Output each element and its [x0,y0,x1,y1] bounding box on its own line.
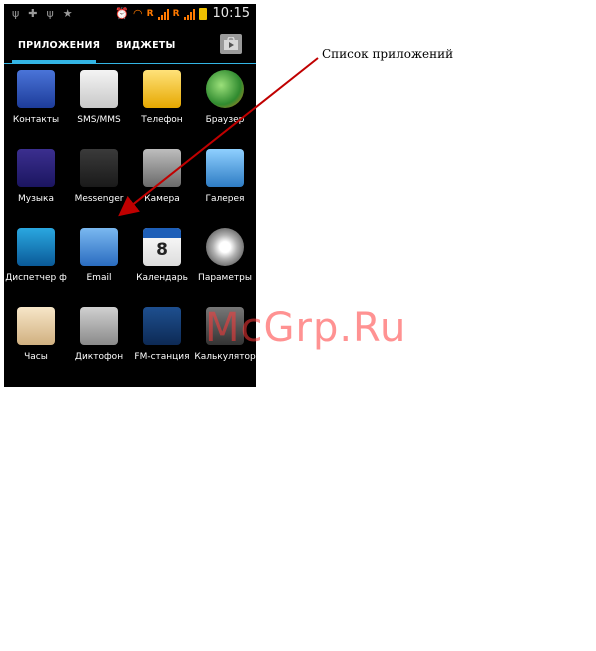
watermark: McGrp.Ru [205,305,407,351]
annotation-label: Список приложений [322,47,454,61]
